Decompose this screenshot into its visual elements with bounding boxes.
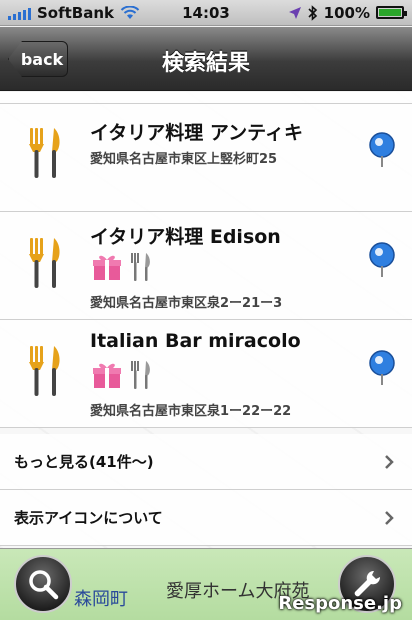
fork-knife-icon — [131, 253, 150, 281]
location-arrow-icon — [288, 6, 301, 19]
about-icons-link[interactable]: 表示アイコンについて — [0, 490, 412, 546]
signal-icon — [8, 6, 31, 20]
search-map-button[interactable] — [14, 555, 72, 613]
carrier-label: SoftBank — [37, 3, 115, 22]
battery-icon — [376, 6, 407, 19]
more-results-link[interactable]: もっと見る(41件〜) — [0, 434, 412, 490]
results-list: イタリア料理 アンティキ 愛知県名古屋市東区上竪杉町25 イタリア料理 Edis… — [0, 92, 412, 548]
map-pin-icon[interactable] — [368, 350, 396, 386]
map-label: 森岡町 — [74, 589, 128, 610]
result-address: 愛知県名古屋市東区泉2ー21ー3 — [90, 296, 283, 311]
result-row-1[interactable]: イタリア料理 アンティキ 愛知県名古屋市東区上竪杉町25 — [0, 104, 412, 212]
chevron-right-icon — [385, 454, 394, 469]
restaurant-cutlery-icon — [29, 128, 60, 178]
search-icon — [29, 570, 59, 600]
restaurant-cutlery-icon — [29, 238, 60, 288]
battery-level — [379, 9, 401, 16]
fork-knife-icon — [131, 361, 150, 389]
gift-icon — [93, 255, 121, 280]
page-title: 検索結果 — [161, 51, 250, 76]
result-address: 愛知県名古屋市東区上竪杉町25 — [90, 152, 278, 167]
about-icons-label: 表示アイコンについて — [14, 509, 163, 527]
result-address: 愛知県名古屋市東区泉1ー22ー22 — [90, 404, 292, 419]
status-left: SoftBank — [8, 4, 140, 22]
watermark: Response.jp — [278, 593, 402, 614]
bottom-toolbar: 森岡町 愛厚ホーム大府苑 Response.jp — [0, 548, 412, 620]
list-item-top-partial — [0, 92, 412, 104]
result-row-3[interactable]: Italian Bar miracolo 愛知県名古屋市東区泉1ー22ー22 — [0, 320, 412, 428]
result-row-2[interactable]: イタリア料理 Edison 愛知県名古屋市東区泉2ー21ー3 — [0, 212, 412, 320]
chevron-right-icon — [385, 510, 394, 525]
more-results-label: もっと見る(41件〜) — [14, 453, 154, 471]
map-pin-icon[interactable] — [368, 242, 396, 278]
map-pin-icon[interactable] — [368, 132, 396, 168]
wifi-icon — [120, 5, 140, 19]
result-name: イタリア料理 アンティキ — [90, 122, 303, 144]
bluetooth-icon — [308, 4, 317, 21]
battery-percent: 100% — [323, 3, 370, 22]
restaurant-cutlery-icon — [29, 346, 60, 396]
result-name: イタリア料理 Edison — [90, 226, 281, 248]
result-badges — [92, 252, 152, 282]
result-name: Italian Bar miracolo — [90, 330, 301, 352]
result-badges — [92, 360, 152, 390]
gift-icon — [93, 363, 121, 388]
status-right: 100% — [288, 3, 407, 22]
navigation-bar: back 検索結果 — [0, 27, 412, 91]
status-bar: SoftBank 14:03 100% — [0, 0, 412, 26]
